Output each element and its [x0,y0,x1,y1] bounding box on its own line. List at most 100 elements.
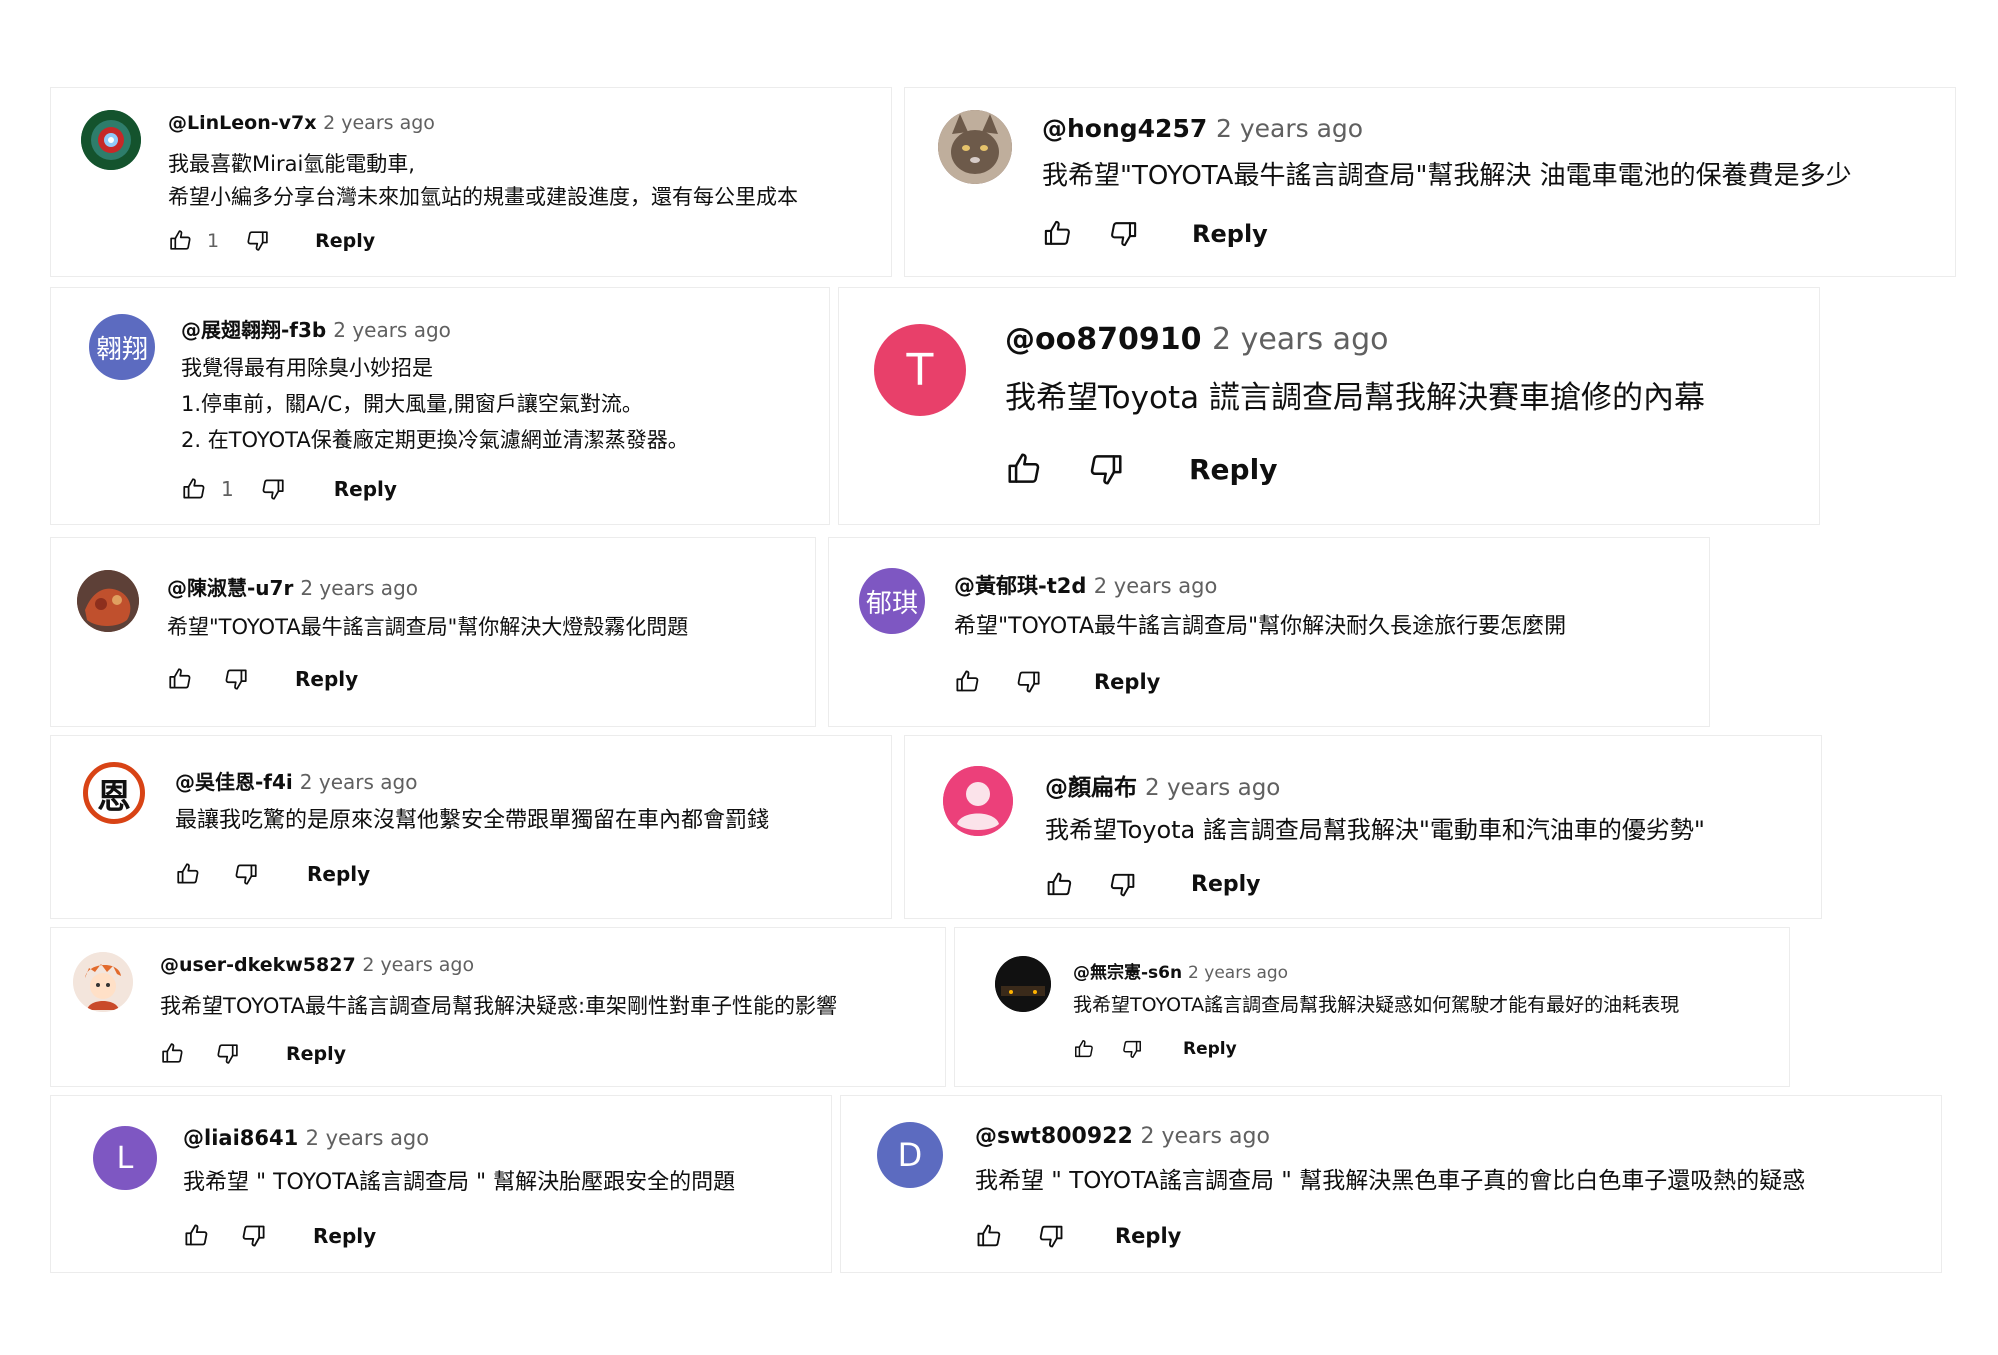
reply-button[interactable]: Reply [1183,1039,1237,1059]
avatar[interactable]: D [877,1122,943,1188]
avatar[interactable] [81,110,141,170]
thumbs-down-icon[interactable] [1087,450,1125,488]
reply-button[interactable]: Reply [334,477,397,501]
reply-button[interactable]: Reply [313,1224,376,1248]
reply-button[interactable]: Reply [1191,872,1261,897]
comment-header: @swt800922 2 years ago [975,1124,1270,1149]
comment-header: @無宗憲-s6n 2 years ago [1073,958,1288,983]
avatar[interactable]: 恩 [83,762,145,824]
thumbs-up-icon[interactable] [168,228,193,253]
avatar[interactable] [995,956,1051,1012]
comment-actions: Reply [1045,870,1261,899]
thumbs-up-icon[interactable] [1005,450,1043,488]
timestamp[interactable]: 2 years ago [1212,322,1389,357]
thumbs-down-icon[interactable] [1121,1038,1143,1060]
thumbs-down-icon[interactable] [215,1041,240,1066]
comment-text: 希望"TOYOTA最牛謠言調查局"幫你解決耐久長途旅行要怎麼開 [954,614,1567,639]
reply-button[interactable]: Reply [307,862,370,886]
author-name[interactable]: @顏扁布 [1045,775,1137,801]
comment-actions: Reply [1073,1038,1237,1060]
author-name[interactable]: @黃郁琪-t2d [954,574,1086,598]
comment-header: @hong4257 2 years ago [1042,114,1363,143]
comment-text: 我最喜歡Mirai氫能電動車, 希望小編多分享台灣未來加氫站的規畫或建設進度，還有… [168,152,798,209]
comment-card: T @oo870910 2 years ago 我希望Toyota 謊言調查局幫我… [838,287,1820,525]
author-name[interactable]: @liai8641 [183,1126,298,1150]
thumbs-down-icon[interactable] [1108,218,1139,249]
thumbs-down-icon[interactable] [223,666,249,692]
comment-header: @LinLeon-v7x 2 years ago [168,112,435,134]
comment-header: @oo870910 2 years ago [1005,322,1388,357]
timestamp[interactable]: 2 years ago [300,770,418,794]
author-name[interactable]: @LinLeon-v7x [168,112,316,134]
thumbs-up-icon[interactable] [175,861,201,887]
author-name[interactable]: @oo870910 [1005,322,1201,357]
comment-actions: Reply [954,668,1160,695]
avatar[interactable]: 翱翔 [89,314,155,380]
author-name[interactable]: @吳佳恩-f4i [175,770,293,794]
comment-text: 我希望TOYOTA最牛謠言調查局幫我解決疑惑:車架剛性對車子性能的影響 [160,994,838,1018]
thumbs-up-icon[interactable] [1073,1038,1095,1060]
timestamp[interactable]: 2 years ago [1140,1124,1269,1149]
thumbs-down-icon[interactable] [260,476,286,502]
timestamp[interactable]: 2 years ago [323,112,435,134]
comment-card: @陳淑慧-u7r 2 years ago 希望"TOYOTA最牛謠言調查局"幫你解… [50,537,816,727]
author-name[interactable]: @展翅翱翔-f3b [181,318,326,342]
avatar[interactable] [73,952,133,1012]
comment-header: @liai8641 2 years ago [183,1126,429,1150]
reply-button[interactable]: Reply [1192,220,1268,248]
comment-actions: Reply [1005,450,1277,488]
thumbs-down-icon[interactable] [1037,1222,1065,1250]
timestamp[interactable]: 2 years ago [1216,114,1363,143]
comment-card: 翱翔 @展翅翱翔-f3b 2 years ago 我覺得最有用除臭小妙招是 1.停車… [50,287,830,525]
author-name[interactable]: @hong4257 [1042,114,1207,143]
thumbs-up-icon[interactable] [167,666,193,692]
comment-actions: 1 Reply [168,228,375,253]
avatar[interactable] [943,766,1013,836]
thumbs-down-icon[interactable] [245,228,270,253]
author-name[interactable]: @無宗憲-s6n [1073,963,1182,983]
author-name[interactable]: @陳淑慧-u7r [167,576,293,600]
like-count: 1 [207,229,220,252]
comment-text: 我希望Toyota 謠言調查局幫我解決"電動車和汽油車的優劣勢" [1045,816,1705,844]
avatar[interactable]: L [93,1126,157,1190]
timestamp[interactable]: 2 years ago [362,954,474,976]
thumbs-up-icon[interactable] [160,1041,185,1066]
avatar[interactable] [77,570,139,632]
avatar[interactable]: T [874,324,966,416]
thumbs-up-icon[interactable] [1045,870,1074,899]
comment-card: 恩 @吳佳恩-f4i 2 years ago 最讓我吃驚的是原來沒幫他繫安全帶跟單… [50,735,892,919]
thumbs-up-icon[interactable] [183,1222,210,1249]
comment-text: 我希望TOYOTA謠言調查局幫我解決疑惑如何駕駛才能有最好的油耗表現 [1073,994,1680,1016]
thumbs-up-icon[interactable] [954,668,981,695]
reply-button[interactable]: Reply [1189,453,1277,486]
comment-card: 郁琪 @黃郁琪-t2d 2 years ago 希望"TOYOTA最牛謠言調查局"… [828,537,1710,727]
comment-card: @無宗憲-s6n 2 years ago 我希望TOYOTA謠言調查局幫我解決疑惑… [954,927,1790,1087]
thumbs-up-icon[interactable] [975,1222,1003,1250]
author-name[interactable]: @swt800922 [975,1124,1133,1149]
reply-button[interactable]: Reply [1094,670,1160,694]
comment-text: 我希望 " TOYOTA謠言調查局 " 幫我解決黑色車子真的會比白色車子還吸熱的… [975,1168,1806,1194]
thumbs-down-icon[interactable] [233,861,259,887]
timestamp[interactable]: 2 years ago [1145,775,1280,801]
avatar[interactable]: 郁琪 [859,568,925,634]
reply-button[interactable]: Reply [315,230,375,252]
avatar[interactable] [938,110,1012,184]
timestamp[interactable]: 2 years ago [1188,963,1288,983]
comment-card: L @liai8641 2 years ago 我希望 " TOYOTA謠言調查局… [50,1095,832,1273]
thumbs-down-icon[interactable] [240,1222,267,1249]
thumbs-up-icon[interactable] [181,476,207,502]
timestamp[interactable]: 2 years ago [333,318,451,342]
reply-button[interactable]: Reply [1115,1224,1181,1248]
thumbs-down-icon[interactable] [1108,870,1137,899]
thumbs-up-icon[interactable] [1042,218,1073,249]
timestamp[interactable]: 2 years ago [300,576,418,600]
thumbs-down-icon[interactable] [1015,668,1042,695]
reply-button[interactable]: Reply [295,667,358,691]
timestamp[interactable]: 2 years ago [1094,574,1218,598]
comment-text: 我希望"TOYOTA最牛謠言調查局"幫我解決 油電車電池的保養費是多少 [1042,161,1852,191]
reply-button[interactable]: Reply [286,1043,346,1065]
timestamp[interactable]: 2 years ago [306,1126,430,1150]
comment-text: 我希望 " TOYOTA謠言調查局 " 幫解決胎壓跟安全的問題 [183,1170,736,1195]
author-name[interactable]: @user-dkekw5827 [160,954,356,976]
comment-text: 最讓我吃驚的是原來沒幫他繫安全帶跟單獨留在車內都會罰錢 [175,808,770,833]
